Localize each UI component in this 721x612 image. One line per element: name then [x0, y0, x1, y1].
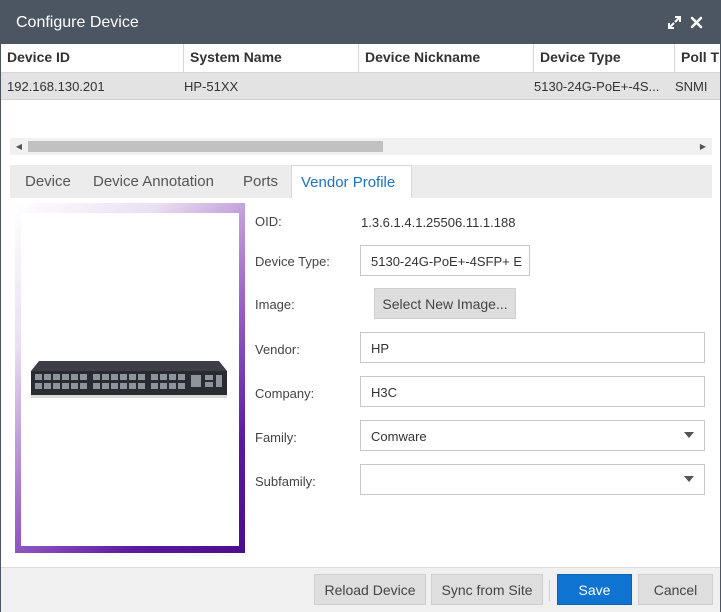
- cell-device-id: 192.168.130.201: [7, 79, 105, 94]
- chevron-down-icon[interactable]: [684, 432, 694, 438]
- chevron-down-icon[interactable]: [684, 476, 694, 482]
- company-label: Company:: [255, 386, 315, 401]
- column-header-device-id[interactable]: Device ID: [1, 44, 184, 73]
- family-select[interactable]: Comware: [360, 420, 705, 451]
- column-header-device-type[interactable]: Device Type: [534, 44, 675, 73]
- device-type-field[interactable]: 5130-24G-PoE+-4SFP+ E: [360, 245, 530, 276]
- grid-horizontal-scrollbar[interactable]: ◀ ▶: [10, 138, 712, 155]
- family-selected-value: Comware: [371, 429, 427, 444]
- tab-device-annotation[interactable]: Device Annotation: [93, 165, 214, 198]
- subfamily-select[interactable]: [360, 464, 705, 495]
- device-grid: Device ID System Name Device Nickname De…: [1, 44, 720, 137]
- title-bar[interactable]: Configure Device: [1, 1, 720, 44]
- column-header-system-name[interactable]: System Name: [184, 44, 359, 73]
- vendor-field[interactable]: HP: [360, 332, 705, 363]
- tab-ports[interactable]: Ports: [243, 165, 278, 198]
- column-header-poll-type[interactable]: Poll T: [675, 44, 720, 73]
- company-field[interactable]: H3C: [360, 376, 705, 407]
- footer-divider: [549, 580, 550, 601]
- subfamily-label: Subfamily:: [255, 474, 316, 489]
- cell-poll-type: SNMI: [675, 79, 708, 94]
- device-type-label: Device Type:: [255, 254, 330, 269]
- close-icon[interactable]: [688, 14, 704, 30]
- network-switch-image: [31, 361, 227, 398]
- dialog-title: Configure Device: [16, 14, 139, 31]
- cell-device-type: 5130-24G-PoE+-4S...: [534, 79, 660, 94]
- tab-bar: Device Device Annotation Ports Vendor Pr…: [10, 165, 712, 198]
- scroll-left-icon[interactable]: ◀: [12, 138, 26, 155]
- tab-vendor-profile[interactable]: Vendor Profile: [291, 165, 412, 198]
- column-header-device-nickname[interactable]: Device Nickname: [359, 44, 534, 73]
- scrollbar-thumb[interactable]: [28, 141, 383, 152]
- tab-device[interactable]: Device: [25, 165, 71, 198]
- oid-value: 1.3.6.1.4.1.25506.11.1.188: [361, 215, 516, 230]
- image-label: Image:: [255, 297, 295, 312]
- table-row[interactable]: 192.168.130.201 HP-51XX 5130-24G-PoE+-4S…: [1, 73, 720, 100]
- sync-from-site-button[interactable]: Sync from Site: [431, 574, 543, 605]
- dialog-footer: Reload Device Sync from Site Save Cancel: [1, 567, 720, 612]
- grid-header: Device ID System Name Device Nickname De…: [1, 44, 720, 73]
- cancel-button[interactable]: Cancel: [638, 574, 713, 605]
- cell-device-nickname: [353, 73, 528, 99]
- configure-device-dialog: Configure Device Device ID System Name D…: [0, 0, 721, 612]
- reload-device-button[interactable]: Reload Device: [314, 574, 426, 605]
- expand-icon[interactable]: [666, 14, 682, 30]
- scroll-right-icon[interactable]: ▶: [696, 138, 710, 155]
- vendor-label: Vendor:: [255, 342, 300, 357]
- oid-label: OID:: [255, 214, 282, 229]
- cell-system-name: HP-51XX: [184, 79, 239, 94]
- select-new-image-button[interactable]: Select New Image...: [374, 288, 516, 319]
- family-label: Family:: [255, 430, 297, 445]
- save-button[interactable]: Save: [557, 574, 632, 605]
